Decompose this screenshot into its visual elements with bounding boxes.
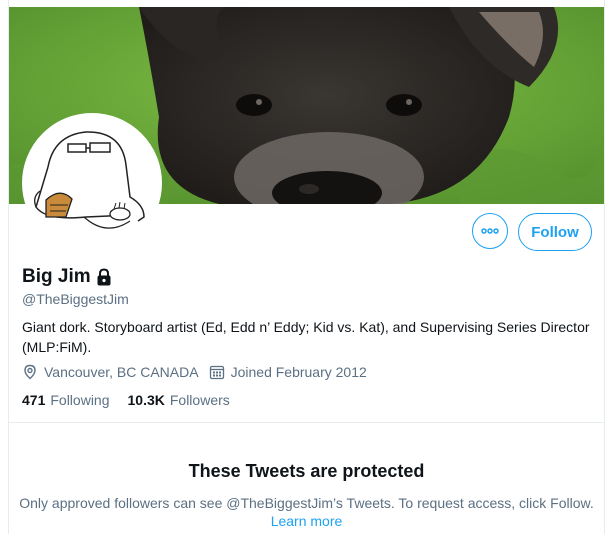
profile-meta: Vancouver, BC CANADA Joined February 201… [22, 364, 367, 380]
following-label: Following [50, 392, 110, 408]
learn-more-link[interactable]: Learn more [9, 513, 604, 529]
joined-text: Joined February 2012 [230, 364, 367, 380]
protected-message: Only approved followers can see @TheBigg… [19, 495, 594, 511]
column-border-right [604, 0, 605, 534]
more-options-button[interactable] [472, 213, 508, 249]
following-link[interactable]: 471 Following [22, 392, 110, 408]
profile-bio: Giant dork. Storyboard artist (Ed, Edd n… [22, 319, 590, 355]
followers-link[interactable]: 10.3K Followers [128, 392, 230, 408]
profile-handle: @TheBiggestJim [22, 291, 129, 307]
protected-title: These Tweets are protected [188, 461, 425, 481]
avatar-sketch [26, 117, 158, 249]
calendar-icon [209, 365, 224, 380]
avatar[interactable] [22, 113, 162, 253]
display-name: Big Jim [22, 266, 91, 287]
profile-name-row: Big Jim [22, 266, 114, 288]
location-pin-icon [24, 364, 36, 380]
profile-page: Follow Big Jim @TheBiggestJim Giant dork… [0, 0, 610, 534]
following-count: 471 [22, 392, 46, 408]
follow-button[interactable]: Follow [518, 213, 592, 251]
lock-icon [94, 267, 114, 287]
section-divider [9, 422, 604, 423]
followers-label: Followers [169, 392, 230, 408]
more-dots-icon [481, 228, 499, 234]
follow-counts: 471 Following 10.3K Followers [22, 392, 230, 408]
location-text: Vancouver, BC CANADA [44, 364, 199, 380]
joined-item: Joined February 2012 [209, 364, 367, 380]
followers-count: 10.3K [127, 392, 165, 408]
location-item: Vancouver, BC CANADA [22, 364, 199, 380]
